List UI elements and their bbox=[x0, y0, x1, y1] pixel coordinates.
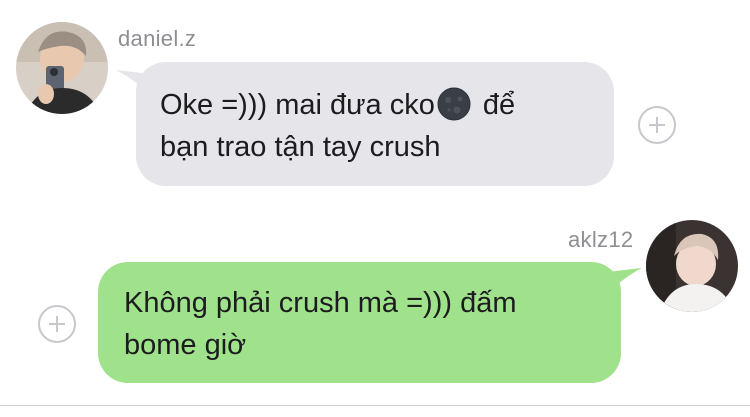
message-bubble-incoming[interactable]: Oke =))) mai đưa cko để bạn trao tận tay… bbox=[136, 62, 614, 186]
avatar-photo-icon bbox=[16, 22, 108, 114]
message-line: bạn trao tận tay crush bbox=[160, 131, 441, 163]
message-line: Oke =))) mai đưa cko để bbox=[160, 87, 516, 121]
sender-username: daniel.z bbox=[118, 26, 197, 51]
add-reaction-icon bbox=[649, 117, 665, 133]
message-bubble-outgoing[interactable]: Không phải crush mà =))) đấm bome giờ bbox=[98, 262, 621, 383]
sender-avatar[interactable] bbox=[16, 22, 108, 114]
message-line: Không phải crush mà =))) đấm bbox=[124, 287, 517, 319]
bottom-divider bbox=[0, 405, 750, 406]
recipient-username: aklz12 bbox=[568, 227, 634, 252]
add-reaction-button[interactable] bbox=[638, 106, 676, 144]
add-reaction-icon bbox=[49, 316, 65, 332]
avatar-photo-icon bbox=[646, 220, 738, 312]
recipient-avatar[interactable] bbox=[646, 220, 738, 312]
message-line: bome giờ bbox=[124, 329, 247, 361]
new-moon-face-icon bbox=[437, 87, 471, 121]
add-reaction-button[interactable] bbox=[38, 305, 76, 343]
chat-thread: daniel.z Oke =))) mai đưa cko để bạn tra… bbox=[0, 0, 750, 417]
